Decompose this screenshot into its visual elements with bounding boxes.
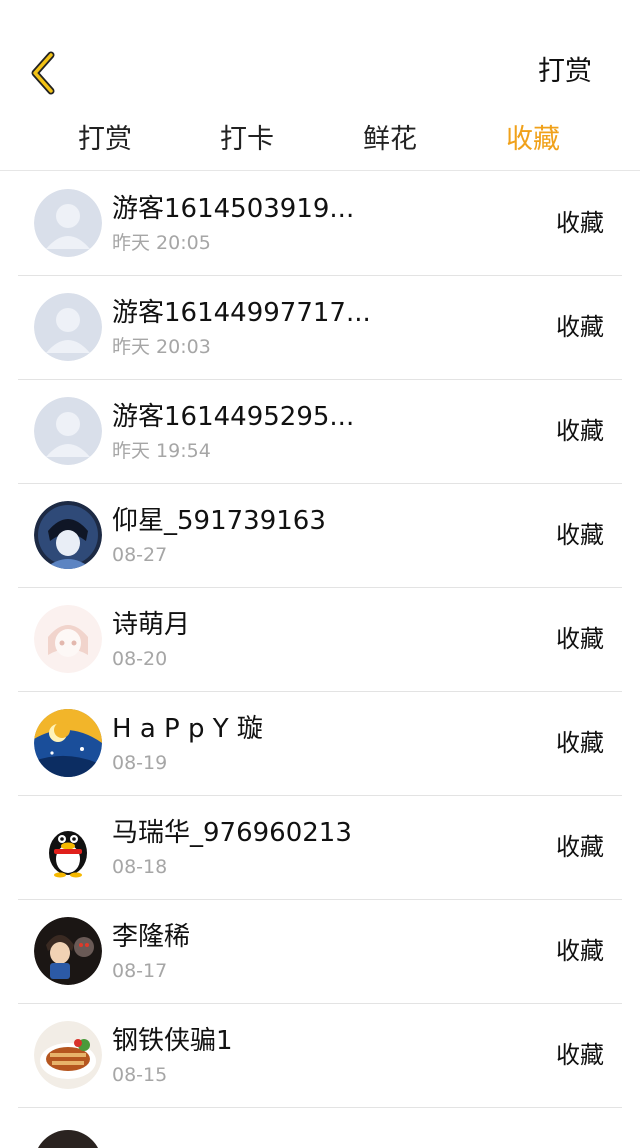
tab-flowers[interactable]: 鲜花 — [330, 118, 450, 162]
back-button[interactable] — [22, 50, 62, 96]
default-avatar-icon — [34, 189, 102, 257]
timestamp: 昨天 19:54 — [112, 440, 211, 462]
user-name: 马瑞华_976960213 — [112, 818, 352, 848]
anime-avatar-icon — [34, 501, 102, 569]
timestamp: 08-19 — [112, 752, 168, 774]
user-name: 游客1614503919... — [112, 194, 355, 224]
reward-header-button[interactable]: 打赏 — [538, 52, 592, 92]
timestamp: 昨天 20:03 — [112, 336, 211, 358]
list-item[interactable]: 游客1614495295... 昨天 19:54 收藏 — [18, 380, 622, 484]
favorite-action-label: 收藏 — [556, 833, 604, 861]
penguin-avatar-icon — [34, 813, 102, 881]
night-art-avatar-icon — [34, 709, 102, 777]
user-name: 诗萌月 — [112, 610, 191, 640]
list-item[interactable]: H a P p Y 璇 08-19 收藏 — [18, 692, 622, 796]
user-name: 李隆稀 — [112, 922, 191, 952]
favorites-list: 游客1614503919... 昨天 20:05 收藏 游客1614499771… — [0, 172, 640, 1148]
list-item[interactable]: 诗萌月 08-20 收藏 — [18, 588, 622, 692]
favorite-action-label: 收藏 — [556, 521, 604, 549]
list-item[interactable]: 马瑞华_976960213 08-18 收藏 — [18, 796, 622, 900]
list-item-partial[interactable] — [18, 1108, 622, 1148]
tab-favorites[interactable]: 收藏 — [473, 118, 593, 162]
timestamp: 08-27 — [112, 544, 168, 566]
favorite-action-label: 收藏 — [556, 625, 604, 653]
default-avatar-icon — [34, 397, 102, 465]
top-bar: 打赏 — [0, 0, 640, 118]
timestamp: 昨天 20:05 — [112, 232, 211, 254]
food-avatar-icon — [34, 1021, 102, 1089]
timestamp: 08-17 — [112, 960, 168, 982]
tab-bar: 打赏 打卡 鲜花 收藏 — [0, 118, 640, 171]
favorite-action-label: 收藏 — [556, 417, 604, 445]
default-avatar-icon — [34, 293, 102, 361]
avatar — [34, 1130, 102, 1148]
user-name: 仰星_591739163 — [112, 506, 326, 536]
tab-reward[interactable]: 打赏 — [45, 118, 165, 162]
dark-character-avatar-icon — [34, 917, 102, 985]
list-item[interactable]: 游客16144997717... 昨天 20:03 收藏 — [18, 276, 622, 380]
list-item[interactable]: 游客1614503919... 昨天 20:05 收藏 — [18, 172, 622, 276]
favorite-action-label: 收藏 — [556, 729, 604, 757]
favorite-action-label: 收藏 — [556, 1041, 604, 1069]
timestamp: 08-20 — [112, 648, 168, 670]
timestamp: 08-15 — [112, 1064, 168, 1086]
tab-checkin[interactable]: 打卡 — [187, 118, 307, 162]
user-name: H a P p Y 璇 — [112, 714, 263, 744]
favorite-action-label: 收藏 — [556, 937, 604, 965]
timestamp: 08-18 — [112, 856, 168, 878]
list-item[interactable]: 李隆稀 08-17 收藏 — [18, 900, 622, 1004]
list-item[interactable]: 仰星_591739163 08-27 收藏 — [18, 484, 622, 588]
list-item[interactable]: 钢铁侠骗1 08-15 收藏 — [18, 1004, 622, 1108]
faded-anime-avatar-icon — [34, 605, 102, 673]
user-name: 钢铁侠骗1 — [112, 1026, 233, 1056]
user-name: 游客16144997717... — [112, 298, 371, 328]
favorite-action-label: 收藏 — [556, 313, 604, 341]
user-name: 游客1614495295... — [112, 402, 355, 432]
chevron-left-icon — [31, 51, 55, 95]
favorite-action-label: 收藏 — [556, 209, 604, 237]
